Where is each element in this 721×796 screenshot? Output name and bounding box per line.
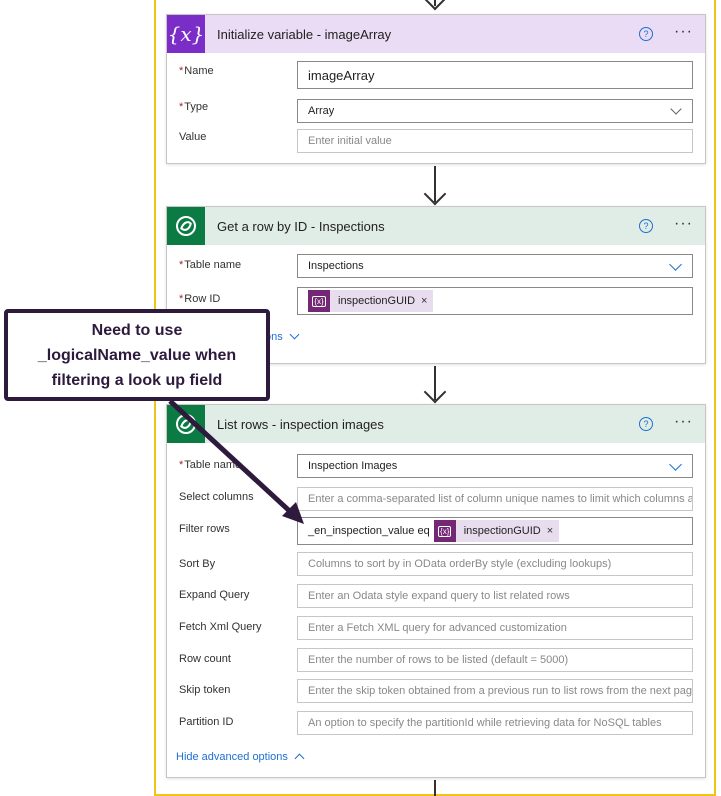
fetch-xml-input[interactable]: Enter a Fetch XML query for advanced cus… xyxy=(297,616,693,640)
help-icon[interactable]: ? xyxy=(639,219,653,233)
chevron-down-icon xyxy=(289,329,300,340)
value-input[interactable]: Enter initial value xyxy=(297,129,693,153)
dynamic-content-token[interactable]: {x} inspectionGUID × xyxy=(308,290,434,312)
name-input[interactable]: imageArray xyxy=(297,61,693,89)
select-columns-label: Select columns xyxy=(179,491,254,503)
init-variable-header[interactable]: {x} Initialize variable - imageArray ? ·… xyxy=(167,15,705,53)
init-variable-card: {x} Initialize variable - imageArray ? ·… xyxy=(166,14,706,164)
list-rows-card: List rows - inspection images ? ··· *Tab… xyxy=(166,404,706,778)
dataverse-icon xyxy=(167,207,205,245)
value-row: Value Enter initial value xyxy=(167,129,705,159)
skip-token-label: Skip token xyxy=(179,684,231,696)
hide-advanced-options-link[interactable]: Hide advanced options xyxy=(176,751,305,764)
skip-token-row: Skip token Enter the skip token obtained… xyxy=(167,679,705,712)
dynamic-content-token[interactable]: {x} inspectionGUID × xyxy=(433,520,560,542)
table-name-label: *Table name xyxy=(179,259,242,271)
help-icon[interactable]: ? xyxy=(639,27,653,41)
list-rows-header[interactable]: List rows - inspection images ? ··· xyxy=(167,405,705,443)
select-columns-row: Select columns Enter a comma-separated l… xyxy=(167,487,705,519)
chevron-up-icon xyxy=(294,753,305,764)
select-columns-input[interactable]: Enter a comma-separated list of column u… xyxy=(297,487,693,511)
type-row: *Type Array xyxy=(167,99,705,129)
chevron-down-icon xyxy=(669,458,682,471)
type-label: *Type xyxy=(179,101,209,113)
table-name-label: *Table name xyxy=(179,459,242,471)
row-id-input[interactable]: {x} inspectionGUID × xyxy=(297,287,693,315)
more-options-icon[interactable]: ··· xyxy=(674,23,693,41)
sort-by-input[interactable]: Columns to sort by in OData orderBy styl… xyxy=(297,552,693,576)
table-name-row: *Table name Inspections xyxy=(167,254,705,287)
row-id-label: *Row ID xyxy=(179,293,221,305)
name-label: *Name xyxy=(179,65,214,77)
sort-by-row: Sort By Columns to sort by in OData orde… xyxy=(167,552,705,586)
type-dropdown[interactable]: Array xyxy=(297,99,693,123)
row-count-label: Row count xyxy=(179,653,231,665)
close-icon[interactable]: × xyxy=(547,525,553,537)
expand-query-input[interactable]: Enter an Odata style expand query to lis… xyxy=(297,584,693,608)
partition-id-input[interactable]: An option to specify the partitionId whi… xyxy=(297,711,693,735)
variable-icon: {x} xyxy=(167,15,205,53)
expand-query-row: Expand Query Enter an Odata style expand… xyxy=(167,584,705,617)
name-row: *Name imageArray xyxy=(167,61,705,93)
filter-rows-row: Filter rows _en_inspection_value eq {x} … xyxy=(167,517,705,551)
card-title: Get a row by ID - Inspections xyxy=(217,218,385,234)
filter-rows-label: Filter rows xyxy=(179,523,230,535)
card-title: List rows - inspection images xyxy=(217,416,384,432)
chevron-down-icon xyxy=(669,258,682,271)
connector-bottom xyxy=(434,780,436,796)
skip-token-input[interactable]: Enter the skip token obtained from a pre… xyxy=(297,679,693,703)
row-count-input[interactable]: Enter the number of rows to be listed (d… xyxy=(297,648,693,672)
annotation-callout: Need to use _logicalName_value when filt… xyxy=(4,309,270,401)
more-options-icon[interactable]: ··· xyxy=(674,413,693,431)
dataverse-token-icon: {x} xyxy=(433,520,456,542)
expand-query-label: Expand Query xyxy=(179,589,250,601)
value-label: Value xyxy=(179,131,207,143)
dataverse-token-icon: {x} xyxy=(308,290,330,312)
table-name-dropdown[interactable]: Inspection Images xyxy=(297,454,693,478)
more-options-icon[interactable]: ··· xyxy=(674,215,693,233)
fetch-xml-row: Fetch Xml Query Enter a Fetch XML query … xyxy=(167,616,705,649)
row-count-row: Row count Enter the number of rows to be… xyxy=(167,648,705,681)
partition-id-row: Partition ID An option to specify the pa… xyxy=(167,711,705,744)
fetch-xml-label: Fetch Xml Query xyxy=(179,621,262,633)
partition-id-label: Partition ID xyxy=(179,716,234,728)
close-icon[interactable]: × xyxy=(421,295,427,307)
help-icon[interactable]: ? xyxy=(639,417,653,431)
card-title: Initialize variable - imageArray xyxy=(217,26,392,42)
table-name-row: *Table name Inspection Images xyxy=(167,454,705,487)
chevron-down-icon xyxy=(670,103,682,115)
sort-by-label: Sort By xyxy=(179,558,216,570)
filter-text: _en_inspection_value eq xyxy=(308,525,430,537)
table-name-dropdown[interactable]: Inspections xyxy=(297,254,693,278)
filter-rows-input[interactable]: _en_inspection_value eq {x} inspectionGU… xyxy=(297,517,693,545)
dataverse-icon xyxy=(167,405,205,443)
get-row-header[interactable]: Get a row by ID - Inspections ? ··· xyxy=(167,207,705,245)
